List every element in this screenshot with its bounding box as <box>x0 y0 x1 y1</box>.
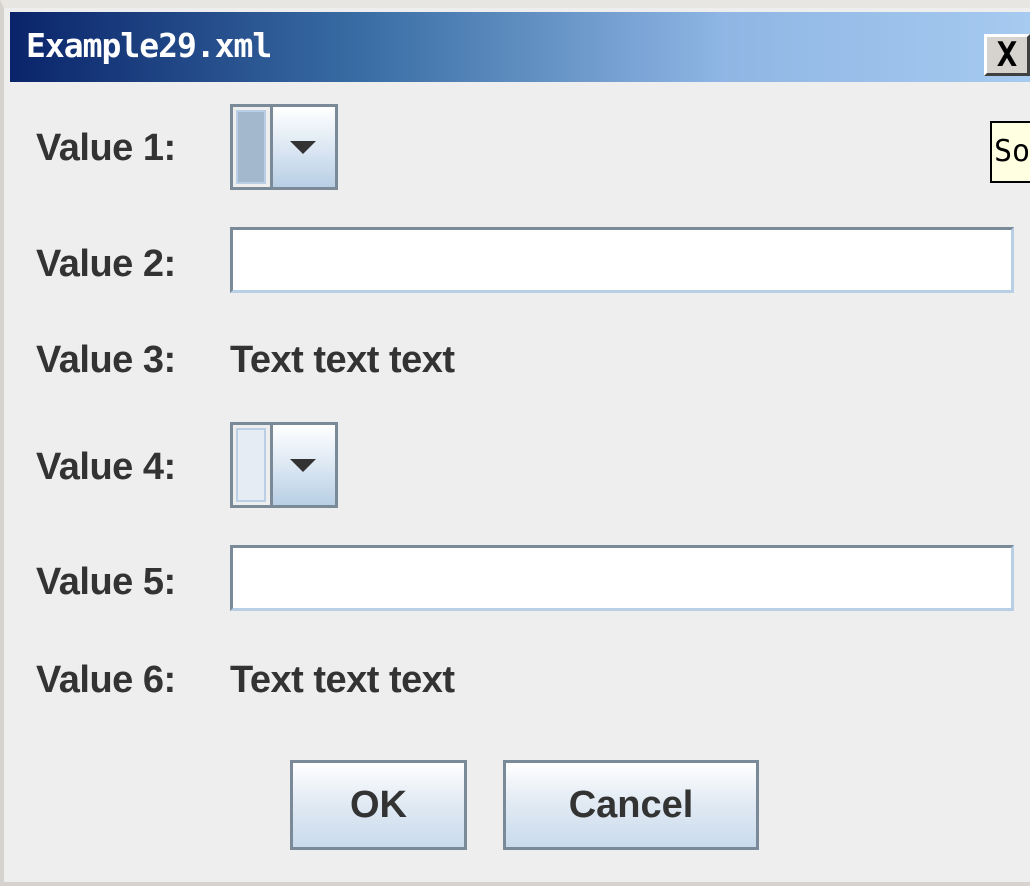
title-bar[interactable]: Example29.xml X <box>10 12 1030 82</box>
value-1-dropdown-button[interactable] <box>270 107 335 187</box>
value-1-label: Value 1: <box>36 127 176 169</box>
close-icon: X <box>996 35 1018 75</box>
value-4-combobox[interactable] <box>230 422 338 508</box>
value-1-combo-field[interactable] <box>236 110 266 184</box>
value-2-input[interactable] <box>230 227 1014 293</box>
cancel-button[interactable]: Cancel <box>503 760 759 850</box>
value-4-dropdown-button[interactable] <box>270 425 335 505</box>
value-6-text: Text text text <box>230 659 455 701</box>
value-4-label: Value 4: <box>36 446 176 488</box>
value-3-label: Value 3: <box>36 339 176 381</box>
value-6-label: Value 6: <box>36 659 176 701</box>
ok-button[interactable]: OK <box>290 760 467 850</box>
value-5-input[interactable] <box>230 545 1014 611</box>
value-5-label: Value 5: <box>36 561 176 603</box>
value-4-combo-field[interactable] <box>236 428 266 502</box>
tooltip: So <box>990 121 1030 183</box>
chevron-down-icon <box>290 459 316 472</box>
value-1-combobox[interactable] <box>230 104 338 190</box>
window-title: Example29.xml <box>26 26 272 65</box>
close-button[interactable]: X <box>984 34 1030 76</box>
value-2-label: Value 2: <box>36 243 176 285</box>
value-3-text: Text text text <box>230 339 455 381</box>
chevron-down-icon <box>290 141 316 154</box>
